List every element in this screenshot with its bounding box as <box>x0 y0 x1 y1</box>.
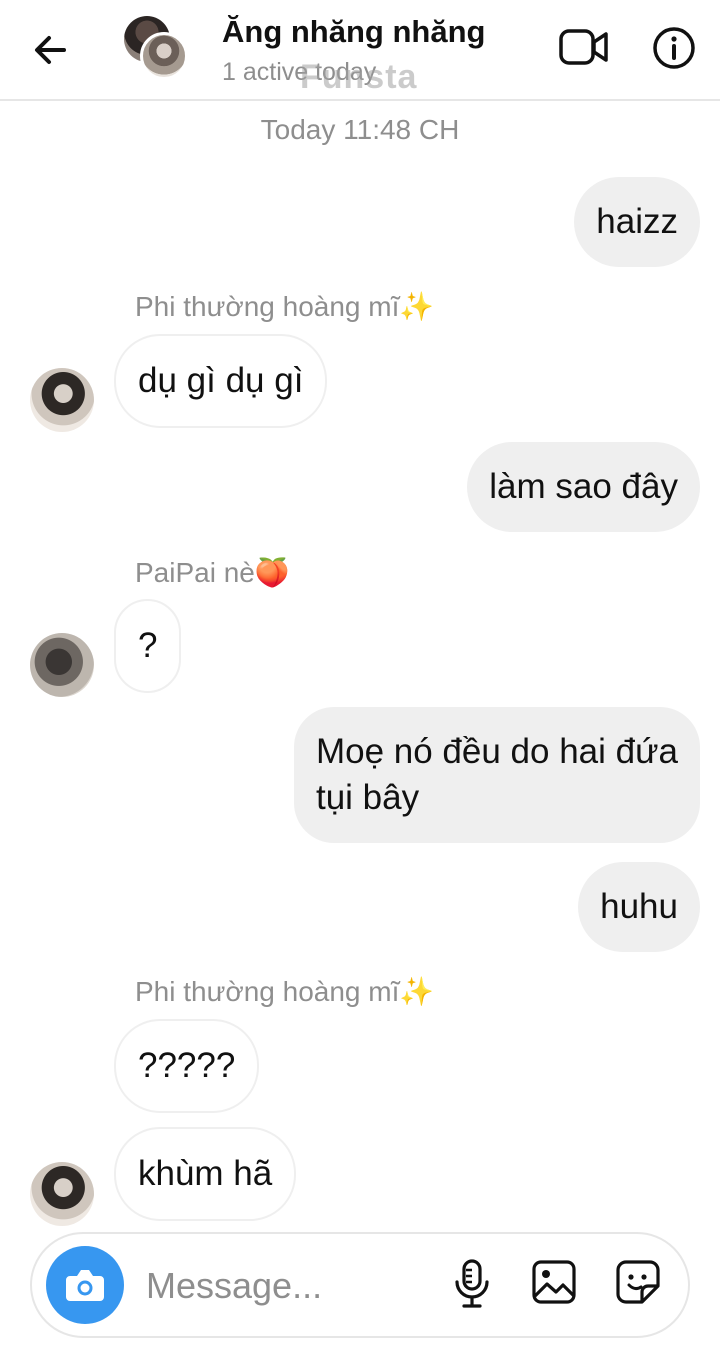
info-icon <box>653 27 695 69</box>
chat-header: Ăng nhăng nhăng 1 active today Funsta <box>0 0 720 101</box>
message-composer <box>30 1232 690 1338</box>
message-line: Moẹ nó đều do hai đứa <box>315 732 678 771</box>
message-bubble-incoming[interactable]: ????? <box>114 1019 260 1113</box>
back-button[interactable] <box>30 30 70 70</box>
avatar <box>140 32 188 80</box>
sender-name: Phi thường hoàng mĩ✨ <box>135 976 435 1007</box>
microphone-icon <box>455 1259 489 1308</box>
sticker-button[interactable] <box>614 1258 662 1306</box>
message-bubble-incoming[interactable]: khùm hã <box>114 1127 297 1221</box>
sender-name: Phi thường hoàng mĩ✨ <box>135 291 435 322</box>
message-bubble-outgoing[interactable]: làm sao đây <box>467 442 700 532</box>
message-bubble-outgoing[interactable]: Moẹ nó đều do hai đứa tụi bây <box>293 707 700 843</box>
sender-avatar[interactable] <box>30 368 94 432</box>
arrow-left-icon <box>35 36 66 64</box>
message-input[interactable] <box>146 1260 426 1312</box>
sender-name: PaiPai nè🍑 <box>135 557 290 588</box>
info-button[interactable] <box>652 26 696 70</box>
message-bubble-outgoing[interactable]: haizz <box>574 177 700 267</box>
message-bubble-incoming[interactable]: dụ gì dụ gì <box>114 334 328 428</box>
group-avatar[interactable] <box>124 16 194 82</box>
sender-avatar[interactable] <box>30 1162 94 1226</box>
chat-title[interactable]: Ăng nhăng nhăng <box>222 14 485 50</box>
camera-icon <box>66 1270 104 1301</box>
sender-avatar[interactable] <box>30 633 94 697</box>
message-bubble-outgoing[interactable]: huhu <box>578 862 700 952</box>
conversation-timestamp: Today 11:48 CH <box>260 114 460 145</box>
camera-button[interactable] <box>46 1246 124 1324</box>
message-line: tụi bây <box>315 778 420 817</box>
video-call-button[interactable] <box>558 26 610 68</box>
sticker-icon <box>616 1260 660 1304</box>
gallery-button[interactable] <box>530 1258 578 1306</box>
video-call-icon <box>559 29 608 65</box>
image-icon <box>532 1260 576 1304</box>
voice-message-button[interactable] <box>452 1258 492 1310</box>
watermark: Funsta <box>300 58 418 96</box>
message-bubble-incoming[interactable]: ? <box>114 599 182 693</box>
